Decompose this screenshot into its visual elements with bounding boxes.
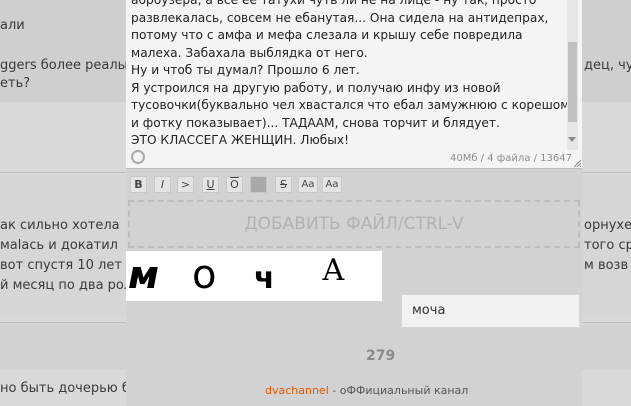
scroll-down-arrow-icon[interactable] — [568, 137, 576, 142]
file-dropzone[interactable]: ДОБАВИТЬ ФАЙЛ/CTRL-V — [128, 200, 580, 248]
background-post-text: али — [0, 18, 25, 33]
message-line: абрбузера, а все ее татухи чуть ли не на… — [131, 0, 537, 7]
background-post-text: мalась и докатил — [0, 238, 118, 253]
refresh-icon[interactable] — [131, 150, 145, 164]
message-line: Я устроился на другую работу, и получаю … — [131, 80, 501, 95]
quote-button[interactable]: > — [177, 176, 194, 193]
background-post-text: дец, чу — [584, 58, 631, 73]
captcha-glyph: о — [192, 252, 217, 298]
footer-text: - оФФициальный канал — [328, 384, 469, 397]
message-line: и фотку показывает)... ТАДААМ, снова тор… — [131, 115, 500, 130]
overline-button[interactable]: O — [226, 176, 243, 193]
background-post-text: еть? — [0, 76, 31, 91]
background-post-text: того ср — [584, 238, 631, 253]
background-post-text: й месяц по два рол — [0, 278, 133, 293]
background-post-text: орнуxе, — [584, 218, 631, 233]
background-post-text: м возв — [584, 258, 629, 273]
message-line: Ну и чтоб ты думал? Прошло 6 лет. — [131, 63, 360, 77]
strike-button[interactable]: S — [275, 176, 292, 193]
post-number: 279 — [366, 348, 396, 364]
captcha-glyph: ч — [254, 261, 275, 296]
textarea-scrollbar[interactable] — [567, 0, 578, 150]
spoiler-button[interactable] — [250, 176, 267, 193]
resize-handle-icon[interactable] — [573, 159, 581, 167]
footer: dvachannel - оФФициальный канал — [265, 384, 468, 397]
footer-link[interactable]: dvachannel — [265, 384, 329, 397]
underline-button[interactable]: U — [202, 176, 219, 193]
captcha-glyph: м — [128, 253, 160, 297]
bold-button[interactable]: B — [130, 176, 147, 193]
background-post-text: но быть дочерью б — [0, 381, 130, 396]
message-line: развлекалась, совсем не ебанутая... Она … — [131, 10, 549, 25]
message-line: потому что с амфа и мефа слезала и крышу… — [131, 28, 523, 42]
background-post-text: вот спустя 10 лет в — [0, 258, 134, 273]
subscript-button[interactable]: Aa — [322, 176, 342, 193]
message-line: ЭТО КЛАССЕГА ЖЕНЩИН. Любых! — [131, 133, 349, 147]
captcha-input[interactable]: моча — [401, 294, 580, 328]
message-text: абрбузера, а все ее татухи чуть ли не на… — [131, 0, 570, 150]
message-line: тусовочки(буквально чел хвастался что еб… — [131, 98, 570, 112]
captcha-glyph: А — [322, 253, 345, 288]
italic-button[interactable]: I — [154, 176, 171, 193]
background-post-text: ggers более реалы — [0, 58, 128, 73]
file-counter: 40Мб / 4 файла / 13647 — [449, 153, 572, 164]
background-post-text: ак сильно хотела — [0, 218, 120, 233]
message-line: малеха. Забахала выблядка от него. — [131, 45, 368, 60]
superscript-button[interactable]: Aa — [298, 176, 318, 193]
scrollbar-thumb[interactable] — [568, 42, 577, 122]
captcha-image: м о ч А — [126, 251, 382, 301]
message-textarea[interactable]: абрбузера, а все ее татухи чуть ли не на… — [126, 0, 582, 169]
